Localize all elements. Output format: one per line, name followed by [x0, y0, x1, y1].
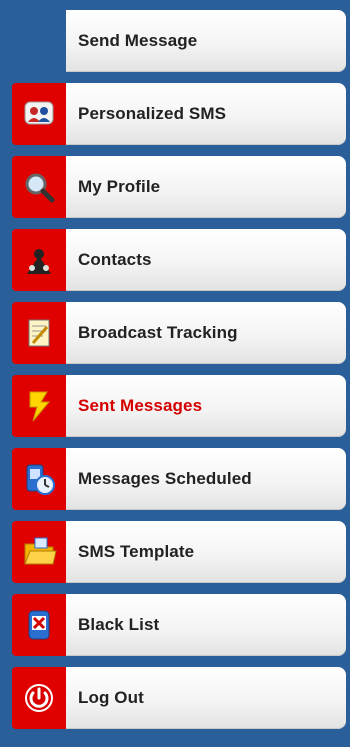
people-chat-icon — [21, 96, 57, 132]
menu-item-messages-scheduled[interactable]: Messages Scheduled — [0, 442, 350, 515]
notepad-icon — [21, 315, 57, 351]
contacts-icon — [21, 242, 57, 278]
menu-item-sent-messages[interactable]: Sent Messages — [0, 369, 350, 442]
menu-item-label-cell: Broadcast Tracking — [66, 302, 346, 364]
menu-item-log-out[interactable]: Log Out — [0, 661, 350, 734]
menu-item-icon-cell — [12, 156, 66, 218]
menu-item-label-cell: My Profile — [66, 156, 346, 218]
lightning-icon — [21, 388, 57, 424]
menu-item-label: Personalized SMS — [78, 104, 227, 123]
menu-item-icon-cell — [12, 448, 66, 510]
folder-icon — [21, 534, 57, 570]
menu-item-label-cell: Log Out — [66, 667, 346, 729]
menu-item-label: Messages Scheduled — [78, 469, 252, 488]
menu-item-label-cell: Black List — [66, 594, 346, 656]
sidebar-menu: Send Message Personalized SMS My Profile… — [0, 0, 350, 747]
menu-item-broadcast-tracking[interactable]: Broadcast Tracking — [0, 296, 350, 369]
power-icon — [21, 680, 57, 716]
menu-item-label-cell: SMS Template — [66, 521, 346, 583]
blocked-phone-icon — [21, 607, 57, 643]
menu-item-send-message[interactable]: Send Message — [0, 4, 350, 77]
menu-item-label: SMS Template — [78, 542, 195, 561]
menu-item-icon-cell — [12, 667, 66, 729]
menu-item-icon-cell — [12, 594, 66, 656]
menu-item-contacts[interactable]: Contacts — [0, 223, 350, 296]
menu-item-label-cell: Personalized SMS — [66, 83, 346, 145]
menu-item-black-list[interactable]: Black List — [0, 588, 350, 661]
menu-item-icon-cell — [12, 302, 66, 364]
menu-item-icon-cell — [12, 229, 66, 291]
menu-item-sms-template[interactable]: SMS Template — [0, 515, 350, 588]
menu-item-label-cell: Contacts — [66, 229, 346, 291]
menu-item-label: Send Message — [78, 31, 198, 50]
menu-item-personalized-sms[interactable]: Personalized SMS — [0, 77, 350, 150]
menu-item-label: Black List — [78, 615, 160, 634]
menu-item-label: Contacts — [78, 250, 152, 269]
phone-clock-icon — [21, 461, 57, 497]
magnifier-icon — [21, 169, 57, 205]
menu-item-label: Sent Messages — [78, 396, 203, 415]
menu-item-label-cell: Sent Messages — [66, 375, 346, 437]
menu-item-label-cell: Send Message — [66, 10, 346, 72]
menu-item-icon-cell — [12, 83, 66, 145]
menu-item-label: Broadcast Tracking — [78, 323, 238, 342]
menu-item-label-cell: Messages Scheduled — [66, 448, 346, 510]
menu-item-label: Log Out — [78, 688, 144, 707]
menu-item-label: My Profile — [78, 177, 161, 196]
menu-item-icon-cell — [12, 375, 66, 437]
menu-item-icon-cell — [12, 521, 66, 583]
menu-item-my-profile[interactable]: My Profile — [0, 150, 350, 223]
